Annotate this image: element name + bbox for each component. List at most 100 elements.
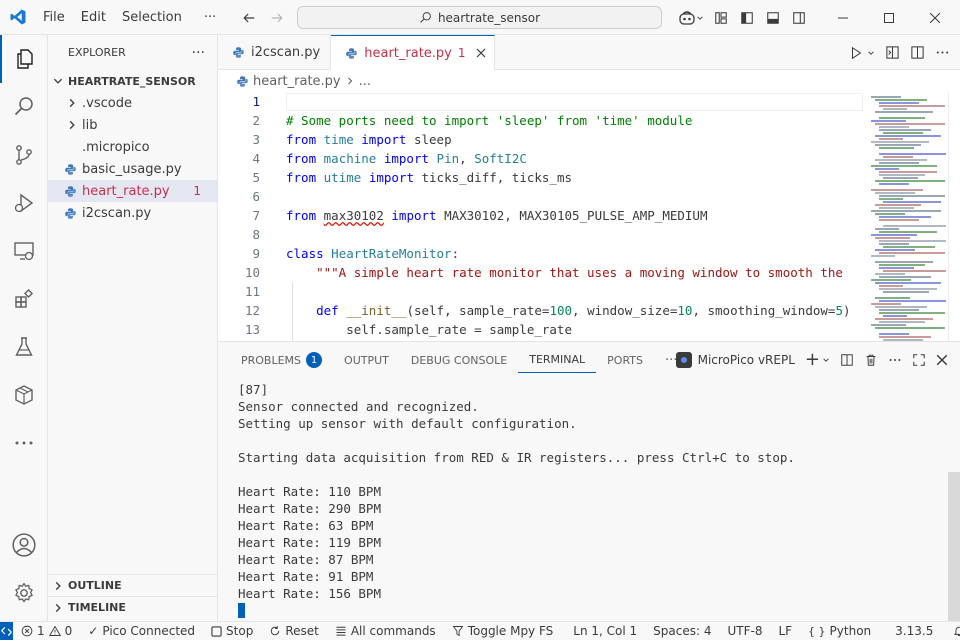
terminal-name[interactable]: MicroPico vREPL — [698, 353, 795, 367]
tab-output[interactable]: OUTPUT — [333, 342, 400, 378]
customize-layout-icon[interactable] — [708, 0, 734, 35]
file-tree-item[interactable]: lib — [48, 114, 217, 136]
tab-debug-console[interactable]: DEBUG CONSOLE — [400, 342, 518, 378]
pico-connected-status[interactable]: ✓ Pico Connected — [80, 622, 203, 640]
notifications-button[interactable] — [945, 622, 960, 640]
code-token: import — [361, 132, 407, 147]
extensions-icon[interactable] — [0, 275, 48, 323]
language-mode[interactable]: { } Python — [800, 622, 879, 640]
remote-indicator[interactable] — [0, 621, 13, 640]
split-editor-icon[interactable] — [910, 45, 925, 60]
forward-arrow-icon[interactable] — [266, 7, 288, 29]
file-tree-item[interactable]: .vscode — [48, 92, 217, 114]
breadcrumb-file[interactable]: heart_rate.py — [253, 74, 341, 89]
close-panel-icon[interactable] — [936, 354, 948, 366]
python-version[interactable]: 3.13.5 — [887, 622, 941, 640]
close-tab-icon[interactable] — [476, 48, 486, 58]
cursor-position[interactable]: Ln 1, Col 1 — [565, 622, 645, 640]
minimap-line — [875, 306, 927, 308]
file-tree-item[interactable]: i2cscan.py — [48, 202, 217, 224]
file-tree-item[interactable]: heart_rate.py 1 — [48, 180, 217, 202]
problems-status[interactable]: 1 0 — [13, 622, 80, 640]
minimap-line — [879, 216, 931, 218]
bell-icon — [954, 626, 960, 636]
reset-button[interactable]: Reset — [261, 622, 327, 640]
more-actions-icon[interactable] — [888, 353, 902, 367]
minimap-line — [875, 273, 905, 275]
code-token: class — [286, 246, 324, 261]
python-file-icon — [64, 207, 77, 220]
maximize-panel-icon[interactable] — [912, 353, 926, 367]
file-tree-item[interactable]: .micropico — [48, 136, 217, 158]
command-center-text: heartrate_sensor — [437, 10, 541, 25]
trash-icon[interactable] — [864, 353, 878, 367]
menu-file[interactable]: File — [35, 0, 73, 35]
command-center-search[interactable]: heartrate_sensor — [297, 6, 662, 29]
all-commands-button[interactable]: All commands — [327, 622, 444, 640]
stop-button[interactable]: Stop — [203, 622, 261, 640]
remote-explorer-icon[interactable] — [0, 227, 48, 275]
testing-flask-icon[interactable] — [0, 323, 48, 371]
explorer-more-button[interactable]: ··· — [192, 45, 205, 61]
source-control-icon[interactable] — [0, 131, 48, 179]
toggle-panel-icon[interactable] — [760, 0, 786, 35]
file-tree-label: .micropico — [82, 139, 150, 155]
tab-problems[interactable]: PROBLEMS 1 — [230, 342, 333, 378]
maximize-icon[interactable] — [866, 0, 912, 35]
code-editor[interactable]: 1 2 # Some ports need to import 'sleep' fr… — [218, 92, 863, 341]
chevron-down-icon[interactable] — [822, 356, 830, 364]
close-window-icon[interactable] — [912, 0, 958, 35]
menu-selection[interactable]: Selection — [114, 0, 190, 35]
minimap-line — [871, 210, 941, 212]
terminal-scrollbar[interactable] — [948, 472, 960, 622]
toggle-mpy-fs-button[interactable]: Toggle Mpy FS — [444, 622, 562, 640]
toggle-primary-sidebar-icon[interactable] — [734, 0, 760, 35]
tab-terminal[interactable]: TERMINAL — [518, 347, 597, 373]
run-debug-icon[interactable] — [0, 179, 48, 227]
outline-section[interactable]: OUTLINE — [48, 574, 218, 596]
terminal-line: Heart Rate: 110 BPM — [238, 484, 381, 499]
terminal-output[interactable]: [87] Sensor connected and recognized. Sett… — [238, 381, 938, 621]
tab-i2cscan[interactable]: i2cscan.py — [218, 35, 332, 70]
timeline-section[interactable]: TIMELINE — [48, 596, 218, 618]
compare-changes-icon[interactable] — [885, 45, 900, 60]
tab-ports[interactable]: PORTS — [596, 342, 654, 378]
accounts-icon[interactable] — [0, 521, 48, 569]
code-token: ticks_diff, ticks_ms — [413, 170, 573, 185]
new-terminal-button[interactable]: + — [805, 351, 820, 369]
code-token: # Some ports need to import 'sleep' from… — [286, 113, 693, 128]
menu-more[interactable]: ··· — [190, 0, 224, 35]
tab-heart-rate[interactable]: heart_rate.py 1 — [331, 35, 495, 70]
split-terminal-icon[interactable] — [840, 353, 854, 367]
encoding-status[interactable]: UTF-8 — [719, 622, 770, 640]
menu-edit[interactable]: Edit — [73, 0, 114, 35]
eol-status[interactable]: LF — [770, 622, 800, 640]
indentation-status[interactable]: Spaces: 4 — [645, 622, 719, 640]
terminal-line: Heart Rate: 156 BPM — [238, 586, 381, 601]
code-line: 4 from machine import Pin, SoftI2C — [218, 149, 863, 168]
chevron-down-icon[interactable] — [867, 49, 875, 57]
settings-gear-icon[interactable] — [0, 569, 48, 617]
workspace-folder[interactable]: HEARTRATE_SENSOR — [48, 70, 217, 92]
pico-device-icon[interactable] — [0, 371, 48, 419]
minimap-line — [875, 249, 915, 251]
terminal-line: Heart Rate: 290 BPM — [238, 501, 381, 516]
back-arrow-icon[interactable] — [238, 7, 260, 29]
more-actions-icon[interactable] — [935, 45, 950, 60]
file-tree-item[interactable]: basic_usage.py — [48, 158, 217, 180]
minimap[interactable] — [863, 92, 948, 341]
breadcrumb-more[interactable]: ... — [359, 74, 371, 89]
toggle-secondary-sidebar-icon[interactable] — [786, 0, 812, 35]
more-views-icon[interactable] — [0, 419, 48, 467]
run-file-icon[interactable] — [849, 46, 863, 60]
explorer-icon[interactable] — [0, 35, 48, 83]
search-icon[interactable] — [0, 83, 48, 131]
editor-scrollbar[interactable] — [948, 92, 960, 341]
minimap-line — [875, 297, 910, 299]
tab-problem-count: 1 — [457, 46, 466, 60]
minimize-icon[interactable] — [820, 0, 866, 35]
copilot-icon[interactable] — [674, 0, 708, 35]
